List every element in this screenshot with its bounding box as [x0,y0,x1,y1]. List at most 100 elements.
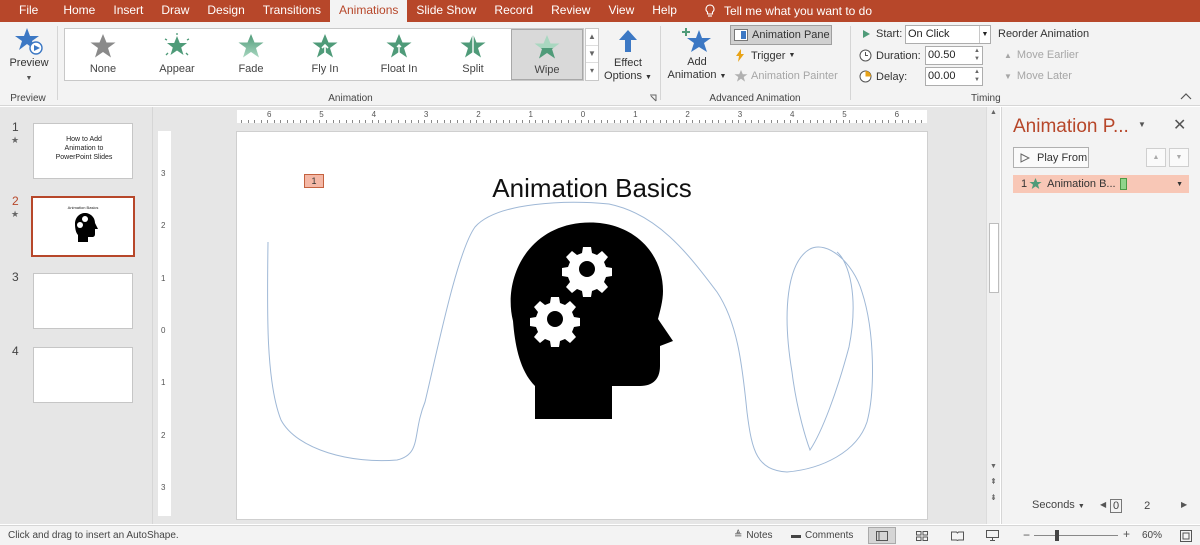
tab-view[interactable]: View [599,0,643,22]
move-earlier-button[interactable]: ▲ Move Earlier [1004,49,1079,61]
add-animation-button[interactable]: Add Animation ▼ [664,26,730,83]
ribbon-tabs: File Home Insert Draw Design Transitions… [0,0,1200,22]
pane-options-dropdown-icon[interactable]: ▼ [1138,120,1146,129]
tab-slide-show[interactable]: Slide Show [407,0,485,22]
tab-record[interactable]: Record [485,0,542,22]
slide-sorter-icon[interactable] [916,531,928,541]
timeline-scroll-left-icon[interactable]: ◀ [1100,500,1106,509]
animation-appear-label: Appear [159,63,195,75]
preview-dropdown-icon[interactable]: ▼ [6,72,52,85]
ruler-tick-mark [515,120,517,123]
gallery-more-icon[interactable]: ▾ [586,63,598,80]
gallery-scroll[interactable]: ▲ ▼ ▾ [585,28,599,81]
play-from-button[interactable]: Play From [1013,147,1089,168]
slide-thumb-3[interactable] [33,273,133,329]
head-with-gears-icon[interactable] [505,221,675,421]
animation-fade[interactable]: Fade [215,29,287,80]
animation-wipe[interactable]: Wipe [511,29,583,80]
add-animation-label-2: Animation ▼ [667,69,727,81]
zoom-level[interactable]: 60% [1142,530,1162,541]
editor-vertical-scrollbar[interactable]: ▲ ▼ ⇞ ⇟ [986,107,1000,524]
duration-input[interactable]: 00.50 ▲ ▼ [925,46,983,65]
animation-fly-in[interactable]: Fly In [289,29,361,80]
thumb-number-4: 4 [12,344,19,358]
ruler-tick-mark [554,120,556,123]
tab-file[interactable]: File [0,0,54,22]
slide-thumb-4[interactable] [33,347,133,403]
slideshow-view-icon[interactable] [986,530,999,541]
tab-help[interactable]: Help [643,0,686,22]
scroll-down-arrow-icon[interactable]: ▼ [987,463,1000,470]
ruler-tick-mark [711,120,713,123]
effect-options-button[interactable]: Effect Options ▼ [601,28,655,84]
tab-review[interactable]: Review [542,0,599,22]
animation-painter-button[interactable]: Animation Painter [734,70,838,82]
horizontal-ruler[interactable]: 6 5 4 3 2 1 0 1 2 3 4 5 6 [237,110,927,123]
tab-draw[interactable]: Draw [152,0,198,22]
ruler-tick-mark [862,120,864,123]
preview-button[interactable]: Preview ▼ [6,26,52,85]
dialog-launcher-icon[interactable] [649,94,657,102]
close-pane-icon[interactable]: ✕ [1173,115,1186,135]
start-dropdown-icon[interactable]: ▼ [979,26,990,43]
ruler-tick-mark [888,120,890,123]
vertical-ruler[interactable]: 3 2 1 0 1 2 3 [158,131,171,516]
reading-view-icon[interactable] [951,531,964,541]
timeline-two: 2 [1144,499,1151,512]
comments-button[interactable]: ▬ Comments [791,530,853,541]
zoom-slider[interactable] [1034,530,1118,541]
timeline-scroll-right-icon[interactable]: ▶ [1181,500,1187,509]
gallery-down-icon[interactable]: ▼ [586,46,598,63]
tab-transitions[interactable]: Transitions [254,0,330,22]
animation-float-in[interactable]: Float In [363,29,435,80]
prev-slide-icon[interactable]: ⇞ [987,477,1000,486]
tell-me-search[interactable]: Tell me what you want to do [704,0,872,22]
ruler-tick-mark [921,120,923,123]
tab-design[interactable]: Design [198,0,253,22]
zoom-out-icon[interactable]: − [1023,528,1030,542]
tab-insert[interactable]: Insert [104,0,152,22]
ruler-tick-mark [692,120,694,123]
gallery-up-icon[interactable]: ▲ [586,29,598,46]
ruler-tick-label: 5 [842,110,847,119]
slide-thumb-2[interactable]: Animation Basics [31,196,135,257]
normal-view-icon [876,531,888,541]
move-later-button[interactable]: ▼ Move Later [1004,70,1072,82]
zoom-slider-thumb[interactable] [1055,530,1059,541]
seconds-dropdown[interactable]: Seconds ▼ [1032,499,1085,511]
animation-split[interactable]: Split [437,29,509,80]
ruler-tick-mark [764,120,766,123]
ruler-tick-mark [783,120,785,123]
pane-move-up-button[interactable]: ▲ [1146,148,1166,167]
duration-spinner-icon[interactable]: ▲ ▼ [974,47,980,63]
collapse-ribbon-icon[interactable] [1180,92,1192,100]
move-earlier-arrow-icon: ▲ [1004,50,1012,60]
tab-animations[interactable]: Animations [330,0,408,22]
zoom-in-icon[interactable]: + [1123,527,1130,541]
animation-none[interactable]: None [67,29,139,80]
start-select[interactable]: On Click ▼ [905,25,991,44]
slide-thumb-1[interactable]: How to Add Animation to PowerPoint Slide… [33,123,133,179]
ruler-tick-mark [581,120,583,123]
trigger-button[interactable]: Trigger ▼ [735,49,795,62]
ruler-tick-mark [777,120,779,123]
pane-move-down-button[interactable]: ▼ [1169,148,1189,167]
next-slide-icon[interactable]: ⇟ [987,493,1000,502]
fit-to-window-icon[interactable] [1180,530,1192,542]
animation-pane-button[interactable]: Animation Pane [730,25,832,45]
ruler-tick-mark [411,120,413,123]
slide-canvas[interactable]: 1 Animation Basics [236,131,928,520]
comment-icon: ▬ [791,530,801,541]
animation-list-item[interactable]: 1 Animation B... ▼ [1013,175,1189,193]
play-from-label: Play From [1037,151,1088,164]
scroll-up-arrow-icon[interactable]: ▲ [987,109,1000,116]
tab-home[interactable]: Home [54,0,104,22]
scroll-thumb[interactable] [989,223,999,293]
notes-button[interactable]: ≜ Notes [734,530,773,541]
delay-spinner-icon[interactable]: ▲ ▼ [974,68,980,84]
animation-appear[interactable]: Appear [141,29,213,80]
ruler-tick-mark [352,120,354,123]
normal-view-button[interactable] [868,527,896,544]
delay-input[interactable]: 00.00 ▲ ▼ [925,67,983,86]
animation-item-dropdown-icon[interactable]: ▼ [1176,181,1183,188]
